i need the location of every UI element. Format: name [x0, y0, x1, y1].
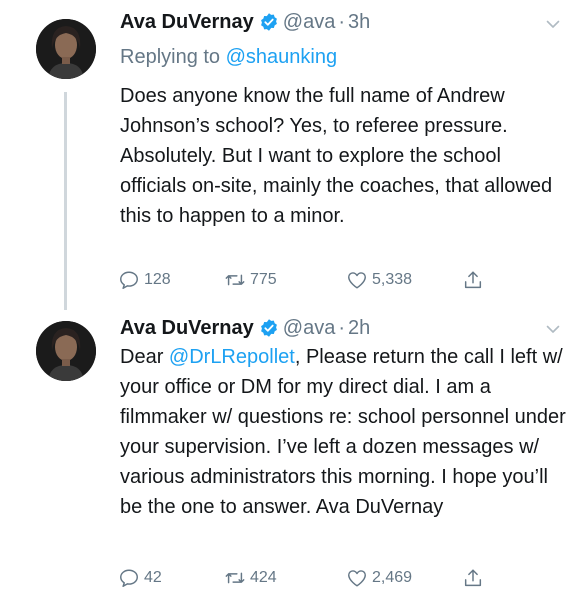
retweet-icon [225, 274, 245, 286]
avatar[interactable] [36, 321, 96, 381]
tweet-text-start: Dear [120, 346, 169, 368]
replying-to-label: Replying to [120, 46, 226, 68]
share-button[interactable] [462, 564, 488, 592]
like-count: 2,469 [372, 569, 413, 586]
retweet-count: 424 [250, 569, 277, 586]
author-name[interactable]: Ava DuVernay [120, 317, 254, 340]
mention-link[interactable]: @DrLRepollet [169, 346, 295, 368]
reply-icon [120, 569, 138, 587]
retweet-count: 775 [250, 271, 277, 288]
tweet-actions: 128 775 5,338 [114, 266, 514, 294]
replying-to-mention[interactable]: @shaunking [226, 46, 337, 68]
timestamp[interactable]: 2h [348, 317, 370, 340]
reply-button[interactable]: 128 [118, 266, 171, 294]
retweet-icon [225, 572, 245, 584]
tweet-header: Ava DuVernay @ava · 3h [120, 10, 586, 34]
like-button[interactable]: 5,338 [346, 266, 412, 294]
tweet[interactable]: Ava DuVernay @ava · 2h Dear @DrLRepollet… [0, 305, 586, 600]
separator-dot: · [338, 316, 346, 339]
author-handle[interactable]: @ava [283, 317, 336, 340]
tweet-text: Dear @DrLRepollet, Please return the cal… [120, 342, 570, 522]
thread-line [64, 92, 67, 310]
share-icon [464, 569, 482, 587]
author-name[interactable]: Ava DuVernay [120, 11, 254, 34]
heart-icon [348, 272, 366, 289]
verified-badge-icon [260, 319, 277, 337]
share-button[interactable] [462, 266, 488, 294]
chevron-down-icon[interactable] [546, 17, 560, 31]
like-count: 5,338 [372, 271, 413, 288]
retweet-button[interactable]: 424 [224, 564, 277, 592]
tweet-header: Ava DuVernay @ava · 2h [120, 316, 586, 340]
chevron-down-icon[interactable] [546, 322, 560, 336]
timestamp[interactable]: 3h [348, 11, 370, 34]
avatar-image [36, 19, 96, 79]
tweet-actions: 42 424 2,469 [114, 564, 514, 592]
like-button[interactable]: 2,469 [346, 564, 412, 592]
separator-dot: · [338, 10, 346, 33]
avatar-image [36, 321, 96, 381]
reply-count: 42 [144, 569, 162, 586]
reply-icon [120, 271, 138, 289]
share-icon [464, 271, 482, 289]
tweet[interactable]: Ava DuVernay @ava · 3h Replying to @shau… [0, 0, 586, 310]
heart-icon [348, 570, 366, 587]
author-handle[interactable]: @ava [283, 11, 336, 34]
replying-to: Replying to @shaunking [120, 46, 337, 69]
tweet-text-rest: , Please return the call I left w/ your … [120, 346, 566, 518]
avatar[interactable] [36, 19, 96, 79]
reply-button[interactable]: 42 [118, 564, 162, 592]
reply-count: 128 [144, 271, 171, 288]
tweet-text: Does anyone know the full name of Andrew… [120, 85, 553, 227]
verified-badge-icon [260, 13, 277, 31]
retweet-button[interactable]: 775 [224, 266, 277, 294]
